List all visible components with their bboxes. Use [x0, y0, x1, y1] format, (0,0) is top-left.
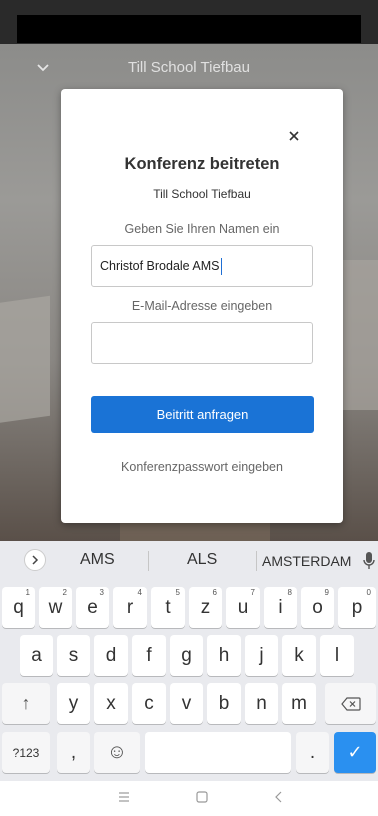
suggestion-3[interactable]: AMSTERDAM [262, 553, 351, 569]
key-o[interactable]: o9 [301, 587, 334, 628]
enter-key[interactable]: ✓ [334, 732, 376, 773]
key-d[interactable]: d [94, 635, 128, 676]
period-key[interactable]: . [296, 732, 329, 773]
shift-key[interactable]: ↑ [2, 683, 50, 724]
key-s[interactable]: s [57, 635, 90, 676]
name-field-value: Christof Brodale AMS [100, 259, 220, 273]
suggestion-divider [256, 551, 257, 571]
key-m[interactable]: m [282, 683, 316, 724]
key-i[interactable]: i8 [264, 587, 297, 628]
keyboard: AMS ALS AMSTERDAM q1 w2 e3 r4 t5 z6 u7 i… [0, 541, 378, 781]
key-w[interactable]: w2 [39, 587, 72, 628]
close-icon[interactable] [285, 127, 303, 145]
key-e[interactable]: e3 [76, 587, 109, 628]
enter-password-link[interactable]: Konferenzpasswort eingeben [61, 460, 343, 474]
name-label: Geben Sie Ihren Namen ein [124, 222, 280, 236]
backspace-icon [340, 696, 361, 711]
check-icon: ✓ [347, 742, 363, 762]
key-v[interactable]: v [170, 683, 203, 724]
suggestion-1[interactable]: AMS [80, 551, 115, 569]
suggestion-2[interactable]: ALS [187, 551, 217, 569]
symbols-key[interactable]: ?123 [2, 732, 50, 773]
conference-title: Till School Tiefbau [127, 58, 250, 76]
email-field[interactable] [91, 322, 313, 364]
shift-icon: ↑ [21, 693, 31, 713]
key-g[interactable]: g [170, 635, 203, 676]
back-icon[interactable] [272, 790, 286, 804]
conference-header: Till School Tiefbau [17, 48, 361, 86]
key-u[interactable]: u7 [226, 587, 260, 628]
suggestion-divider [148, 551, 149, 571]
key-y[interactable]: y [57, 683, 90, 724]
name-field[interactable]: Christof Brodale AMS [91, 245, 313, 287]
dialog-title: Konferenz beitreten [124, 155, 280, 173]
request-join-button[interactable]: Beitritt anfragen [91, 396, 314, 433]
key-j[interactable]: j [245, 635, 278, 676]
comma-key[interactable]: , [57, 732, 90, 773]
suggestion-bar: AMS ALS AMSTERDAM [0, 541, 378, 579]
key-n[interactable]: n [245, 683, 278, 724]
space-key[interactable] [145, 732, 291, 773]
key-p[interactable]: p0 [338, 587, 376, 628]
system-nav-bar [0, 781, 378, 816]
key-x[interactable]: x [94, 683, 128, 724]
dialog-subtitle: Till School Tiefbau [153, 187, 251, 201]
backspace-key[interactable] [325, 683, 376, 724]
email-label: E-Mail-Adresse eingeben [131, 299, 273, 313]
key-f[interactable]: f [132, 635, 166, 676]
background-shape [0, 295, 50, 425]
key-c[interactable]: c [132, 683, 166, 724]
key-t[interactable]: t5 [151, 587, 185, 628]
key-a[interactable]: a [20, 635, 53, 676]
chevron-down-icon[interactable] [35, 59, 51, 75]
chevron-right-icon[interactable] [24, 549, 46, 571]
emoji-key[interactable]: ☺ [94, 732, 140, 773]
key-z[interactable]: z6 [189, 587, 222, 628]
emoji-icon: ☺ [106, 741, 128, 763]
key-b[interactable]: b [207, 683, 241, 724]
key-h[interactable]: h [207, 635, 241, 676]
home-icon[interactable] [195, 790, 209, 804]
key-q[interactable]: q1 [2, 587, 35, 628]
key-r[interactable]: r4 [113, 587, 147, 628]
key-l[interactable]: l [320, 635, 354, 676]
recents-icon[interactable] [117, 790, 131, 804]
text-cursor [220, 257, 222, 275]
mic-icon[interactable] [362, 551, 376, 571]
join-conference-dialog: Konferenz beitreten Till School Tiefbau … [61, 89, 343, 523]
key-k[interactable]: k [282, 635, 316, 676]
status-bar [17, 15, 361, 43]
